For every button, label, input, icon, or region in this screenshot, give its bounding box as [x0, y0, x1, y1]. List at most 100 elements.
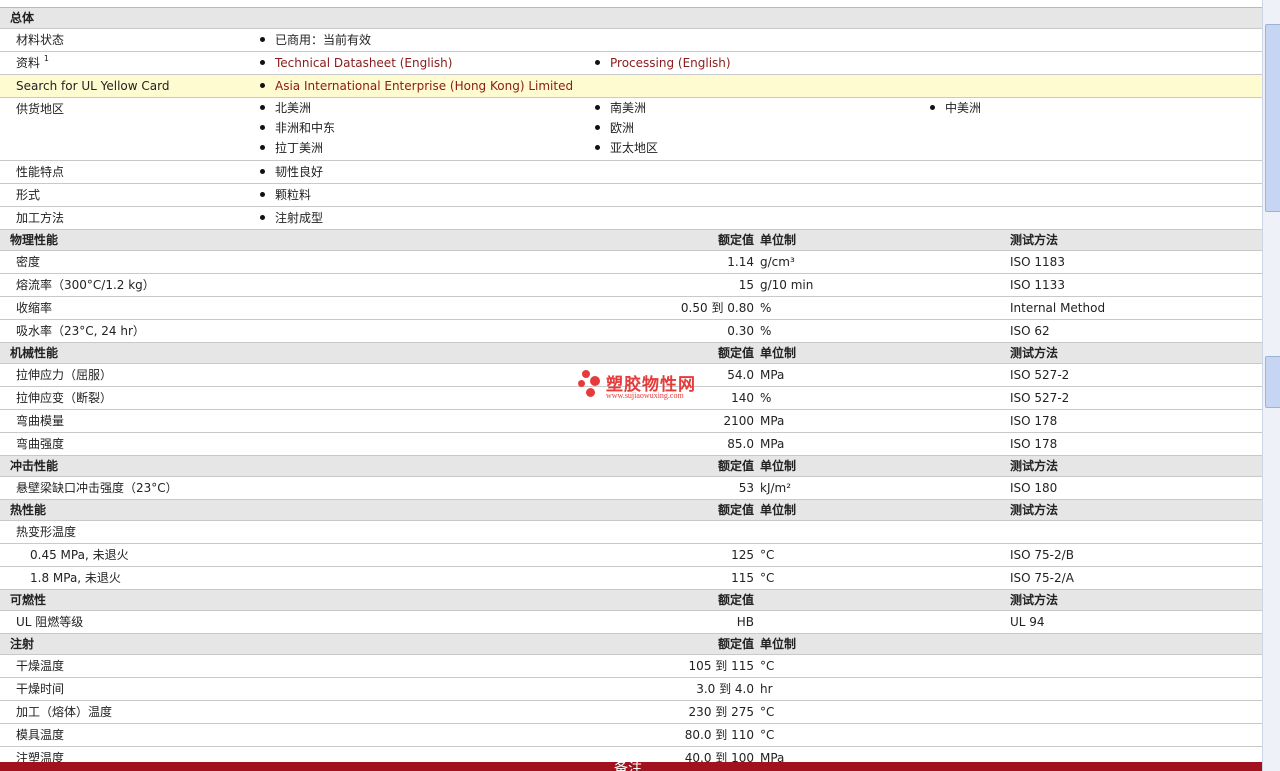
property-value: HB: [736, 615, 754, 629]
column-nominal: 额定值: [717, 346, 754, 360]
property-unit: °C: [760, 705, 775, 719]
property-label: 密度: [16, 255, 41, 269]
bullet-icon: [260, 60, 265, 65]
scrollbar-thumb-secondary[interactable]: [1265, 356, 1280, 408]
property-unit: MPa: [760, 368, 785, 382]
watermark-logo-dot: [578, 380, 585, 387]
property-method: ISO 75-2/B: [1010, 548, 1074, 562]
table-row: UL 阻燃等级 HB UL 94: [0, 611, 1262, 634]
table-row: 1.8 MPa, 未退火 115 °C ISO 75-2/A: [0, 567, 1262, 590]
bullet-icon: [260, 169, 265, 174]
row-label: 供货地区: [16, 102, 65, 116]
section-title: 总体: [10, 11, 35, 25]
bullet-icon: [595, 105, 600, 110]
table-row: 弯曲强度 85.0 MPa ISO 178: [0, 433, 1262, 456]
bullet-icon: [260, 192, 265, 197]
property-method: ISO 527-2: [1010, 368, 1070, 382]
section-title: 热性能: [10, 503, 47, 517]
property-label: 干燥温度: [16, 659, 65, 673]
row-supply-regions: 供货地区 北美洲 非洲和中东 拉丁美洲 南美洲 欧洲 亚太地区 中美洲: [0, 98, 1262, 161]
watermark-logo-icon: [582, 370, 590, 378]
property-method: UL 94: [1010, 615, 1045, 629]
table-row: 吸水率（23°C, 24 hr） 0.30 % ISO 62: [0, 320, 1262, 343]
property-method: ISO 1133: [1010, 278, 1065, 292]
property-value: 125: [731, 548, 754, 562]
column-unit: 单位制: [760, 637, 797, 651]
technical-datasheet-link[interactable]: Technical Datasheet (English): [260, 52, 452, 74]
property-value: 115: [731, 571, 754, 585]
property-value: 54.0: [727, 368, 754, 382]
property-label: 热变形温度: [16, 525, 77, 539]
ul-yellow-card-search[interactable]: Search for UL Yellow Card: [16, 75, 169, 97]
footnote-marker: 1: [43, 54, 49, 63]
row-ul-yellow-card: Search for UL Yellow Card Asia Internati…: [0, 75, 1262, 98]
column-unit: 单位制: [760, 459, 797, 473]
property-method: ISO 178: [1010, 414, 1058, 428]
column-unit: 单位制: [760, 503, 797, 517]
property-label: 模具温度: [16, 728, 65, 742]
region-item: 非洲和中东: [260, 118, 335, 138]
property-value: 230 到 275: [688, 705, 754, 719]
property-method: ISO 527-2: [1010, 391, 1070, 405]
section-title: 注射: [10, 637, 35, 651]
property-unit: hr: [760, 682, 773, 696]
vertical-scrollbar[interactable]: [1262, 0, 1280, 771]
row-material-status: 材料状态 已商用：当前有效: [0, 29, 1262, 52]
column-nominal: 额定值: [717, 593, 754, 607]
property-label: 收缩率: [16, 301, 53, 315]
property-label: 1.8 MPa, 未退火: [30, 571, 121, 585]
property-unit: g/10 min: [760, 278, 814, 292]
column-method: 测试方法: [1010, 593, 1059, 607]
column-method: 测试方法: [1010, 503, 1059, 517]
property-method: ISO 62: [1010, 324, 1050, 338]
supplier-link[interactable]: Asia International Enterprise (Hong Kong…: [260, 75, 573, 97]
property-unit: MPa: [760, 437, 785, 451]
property-value: 85.0: [727, 437, 754, 451]
property-label: 弯曲强度: [16, 437, 65, 451]
property-label: 悬壁梁缺口冲击强度（23°C）: [16, 481, 178, 495]
property-method: Internal Method: [1010, 301, 1106, 315]
property-unit: °C: [760, 728, 775, 742]
region-item: 中美洲: [930, 98, 981, 118]
property-value: 80.0 到 110: [684, 728, 754, 742]
processing-link[interactable]: Processing (English): [595, 52, 731, 74]
row-value: 韧性良好: [260, 161, 323, 183]
region-column-1: 北美洲 非洲和中东 拉丁美洲: [260, 98, 335, 158]
row-label: 形式: [16, 188, 41, 202]
property-unit: °C: [760, 548, 775, 562]
property-label: 熔流率（300°C/1.2 kg）: [16, 278, 155, 292]
section-header-mechanical: 机械性能 额定值 单位制 测试方法: [0, 343, 1262, 364]
property-method: ISO 75-2/A: [1010, 571, 1074, 585]
section-header-physical: 物理性能 额定值 单位制 测试方法: [0, 230, 1262, 251]
region-item: 南美洲: [595, 98, 658, 118]
table-row: 模具温度 80.0 到 110 °C: [0, 724, 1262, 747]
property-label: 弯曲模量: [16, 414, 65, 428]
row-label: 资料 1: [16, 54, 49, 70]
property-value: 2100: [723, 414, 754, 428]
row-value: 颗粒料: [260, 184, 311, 206]
bullet-icon: [260, 83, 265, 88]
section-title: 物理性能: [10, 233, 59, 247]
row-processing-method: 加工方法 注射成型: [0, 207, 1262, 230]
property-unit: g/cm³: [760, 255, 795, 269]
scrollbar-thumb[interactable]: [1265, 24, 1280, 212]
table-row: 收缩率 0.50 到 0.80 % Internal Method: [0, 297, 1262, 320]
property-unit: %: [760, 301, 772, 315]
section-header-impact: 冲击性能 额定值 单位制 测试方法: [0, 456, 1262, 477]
table-row: 加工（熔体）温度 230 到 275 °C: [0, 701, 1262, 724]
notes-footer-bar: 备注: [0, 762, 1262, 771]
bullet-icon: [595, 125, 600, 130]
bullet-icon: [260, 125, 265, 130]
table-row: 干燥温度 105 到 115 °C: [0, 655, 1262, 678]
watermark-logo-dot: [586, 388, 595, 397]
column-nominal: 额定值: [717, 637, 754, 651]
bullet-icon: [595, 60, 600, 65]
region-column-3: 中美洲: [930, 98, 981, 118]
property-value: 140: [731, 391, 754, 405]
row-info: 资料 1 Technical Datasheet (English) Proce…: [0, 52, 1262, 75]
column-nominal: 额定值: [717, 459, 754, 473]
row-label: 加工方法: [16, 211, 65, 225]
bullet-icon: [595, 145, 600, 150]
row-features: 性能特点 韧性良好: [0, 161, 1262, 184]
table-row: 0.45 MPa, 未退火 125 °C ISO 75-2/B: [0, 544, 1262, 567]
